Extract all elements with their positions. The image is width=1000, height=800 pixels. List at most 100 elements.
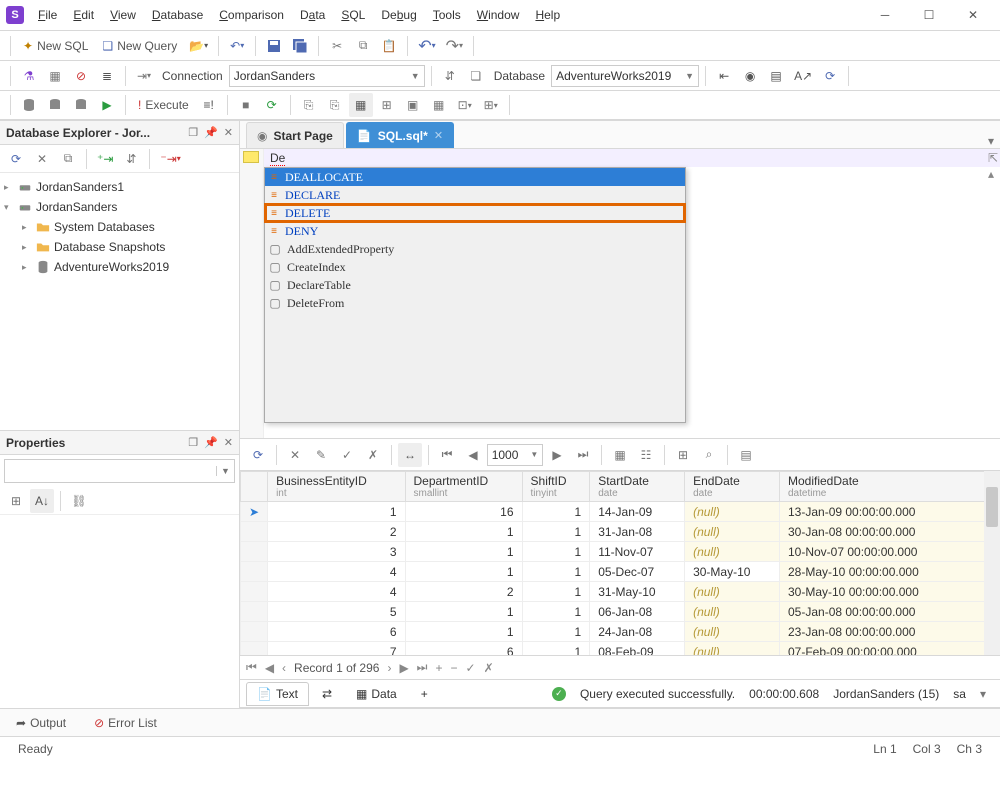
- props-cat-icon[interactable]: ⊞: [4, 489, 28, 513]
- table-row[interactable]: 51106-Jan-08(null)05-Jan-08 00:00:00.000: [241, 602, 1000, 622]
- explorer-add-icon[interactable]: ⁺⇥: [93, 147, 117, 171]
- db3-icon[interactable]: [69, 93, 93, 117]
- props-window-icon[interactable]: ❐: [188, 436, 198, 449]
- save-button[interactable]: [262, 34, 286, 58]
- undo2-button[interactable]: ↶▾: [414, 34, 439, 58]
- repo-icon[interactable]: ▦: [43, 64, 67, 88]
- step3-icon[interactable]: ▦: [349, 93, 373, 117]
- table-row[interactable]: 42131-May-10(null)30-May-10 00:00:00.000: [241, 582, 1000, 602]
- error-list-button[interactable]: ⊘Error List: [88, 711, 163, 735]
- db1-icon[interactable]: [17, 93, 41, 117]
- res-autosize-icon[interactable]: ↔: [398, 443, 422, 467]
- page-size-input[interactable]: 1000▼: [487, 444, 543, 466]
- explorer-copy-icon[interactable]: ⧉: [56, 147, 80, 171]
- menu-edit[interactable]: Edit: [67, 5, 100, 25]
- ac-declaretable[interactable]: ▢DeclareTable: [265, 276, 685, 294]
- table-row[interactable]: 61124-Jan-08(null)23-Jan-08 00:00:00.000: [241, 622, 1000, 642]
- copy-button[interactable]: ⧉: [351, 34, 375, 58]
- ac-deny[interactable]: ≡DENY: [265, 222, 685, 240]
- menu-sql[interactable]: SQL: [335, 5, 371, 25]
- props-link-icon[interactable]: ⛓: [67, 489, 91, 513]
- result-tab-data[interactable]: ▦Data: [345, 682, 408, 706]
- menu-window[interactable]: Window: [471, 5, 526, 25]
- window-maximize[interactable]: ☐: [914, 5, 944, 25]
- db2-icon[interactable]: [43, 93, 67, 117]
- sql-editor[interactable]: De ⇱▴ ≡DEALLOCATE ≡DECLARE ≡DELETE ≡DENY…: [240, 149, 1000, 439]
- db-new-icon[interactable]: ❏: [464, 64, 488, 88]
- panel-window-icon[interactable]: ❐: [188, 126, 198, 139]
- tree-system-dbs[interactable]: ▸System Databases: [0, 217, 239, 237]
- panel-close-icon[interactable]: ✕: [224, 126, 233, 139]
- output-panel-button[interactable]: ➦Output: [10, 711, 72, 735]
- res-search-icon[interactable]: ⌕: [697, 443, 721, 467]
- open-button[interactable]: 📂▾: [185, 34, 212, 58]
- result-tab-swap[interactable]: ⇄: [311, 682, 343, 706]
- format-icon[interactable]: ≣: [95, 64, 119, 88]
- pager-add[interactable]: +: [435, 661, 442, 675]
- grid1-icon[interactable]: ⊞: [375, 93, 399, 117]
- editor-split-icon[interactable]: ⇱: [988, 151, 998, 165]
- paste-button[interactable]: 📋: [377, 34, 401, 58]
- explorer-remove-icon[interactable]: ⁻⇥▾: [156, 147, 184, 171]
- align-icon[interactable]: ⇤: [712, 64, 736, 88]
- more2-icon[interactable]: ⊞▾: [479, 93, 503, 117]
- table-row[interactable]: 76108-Feb-09(null)07-Feb-09 00:00:00.000: [241, 642, 1000, 657]
- editor-scroll-up-icon[interactable]: ▴: [988, 167, 998, 181]
- tree-db-adventure[interactable]: ▸AdventureWorks2019: [0, 257, 239, 277]
- stop-icon[interactable]: ⊘: [69, 64, 93, 88]
- img-icon[interactable]: ▣: [401, 93, 425, 117]
- ac-deletefrom[interactable]: ▢DeleteFrom: [265, 294, 685, 312]
- res-next-icon[interactable]: ▶: [545, 443, 569, 467]
- window-close[interactable]: ✕: [958, 5, 988, 25]
- results-grid[interactable]: BusinessEntityIDint DepartmentIDsmallint…: [240, 471, 1000, 656]
- pager-ok[interactable]: ✓: [466, 661, 476, 675]
- database-combo[interactable]: AdventureWorks2019▼: [551, 65, 699, 87]
- connection-combo[interactable]: JordanSanders▼: [229, 65, 425, 87]
- tree-server-2[interactable]: ▾JordanSanders: [0, 197, 239, 217]
- res-edit-icon[interactable]: ✎: [309, 443, 333, 467]
- conn-dropdown-icon[interactable]: ⇥▾: [132, 64, 156, 88]
- execute-button[interactable]: !Execute: [132, 93, 195, 117]
- pager-cancel[interactable]: ✗: [484, 661, 494, 675]
- menu-help[interactable]: Help: [529, 5, 566, 25]
- tab-sql[interactable]: 📄SQL.sql*✕: [346, 122, 454, 148]
- props-pin-icon[interactable]: 📌: [204, 436, 218, 449]
- pager-first[interactable]: ⏮: [246, 660, 257, 675]
- db-filter-icon[interactable]: ⇵: [438, 64, 462, 88]
- res-discard-icon[interactable]: ✗: [361, 443, 385, 467]
- pager-next[interactable]: ▶: [399, 661, 408, 675]
- pager-prev[interactable]: ◀: [265, 661, 274, 675]
- panel-pin-icon[interactable]: 📌: [204, 126, 218, 139]
- pager-prevx[interactable]: ‹: [282, 661, 286, 675]
- view-pivot-icon[interactable]: ⊞: [671, 443, 695, 467]
- res-prev-icon[interactable]: ◀: [461, 443, 485, 467]
- result-tab-text[interactable]: 📄Text: [246, 682, 309, 706]
- font-a-icon[interactable]: A↗: [790, 64, 816, 88]
- explorer-filter-icon[interactable]: ⇵: [119, 147, 143, 171]
- window-minimize[interactable]: ─: [870, 5, 900, 25]
- status-more-icon[interactable]: ▾: [980, 687, 986, 701]
- ac-createindex[interactable]: ▢CreateIndex: [265, 258, 685, 276]
- redo-button[interactable]: ↷▾: [442, 34, 467, 58]
- pager-del[interactable]: −: [451, 661, 458, 675]
- flask-icon[interactable]: ⚗: [17, 64, 41, 88]
- exec-opts-icon[interactable]: ≡!: [197, 93, 221, 117]
- properties-search[interactable]: ▼: [4, 459, 235, 483]
- menu-tools[interactable]: Tools: [427, 5, 467, 25]
- props-az-icon[interactable]: A↓: [30, 489, 54, 513]
- step2-icon[interactable]: ⎘: [323, 93, 347, 117]
- table-row[interactable]: 21131-Jan-08(null)30-Jan-08 00:00:00.000: [241, 522, 1000, 542]
- res-export-icon[interactable]: ▤: [734, 443, 758, 467]
- menu-view[interactable]: View: [104, 5, 142, 25]
- tree-snapshots[interactable]: ▸Database Snapshots: [0, 237, 239, 257]
- ac-delete[interactable]: ≡DELETE: [265, 204, 685, 222]
- new-query-button[interactable]: ❑New Query: [96, 34, 183, 58]
- explorer-refresh-icon[interactable]: ⟳: [4, 147, 28, 171]
- ac-deallocate[interactable]: ≡DEALLOCATE: [265, 168, 685, 186]
- grid2-icon[interactable]: ▦: [427, 93, 451, 117]
- explorer-delete-icon[interactable]: ✕: [30, 147, 54, 171]
- res-apply-icon[interactable]: ✓: [335, 443, 359, 467]
- menu-comparison[interactable]: Comparison: [213, 5, 290, 25]
- view-grid-icon[interactable]: ▦: [608, 443, 632, 467]
- cut-button[interactable]: ✂: [325, 34, 349, 58]
